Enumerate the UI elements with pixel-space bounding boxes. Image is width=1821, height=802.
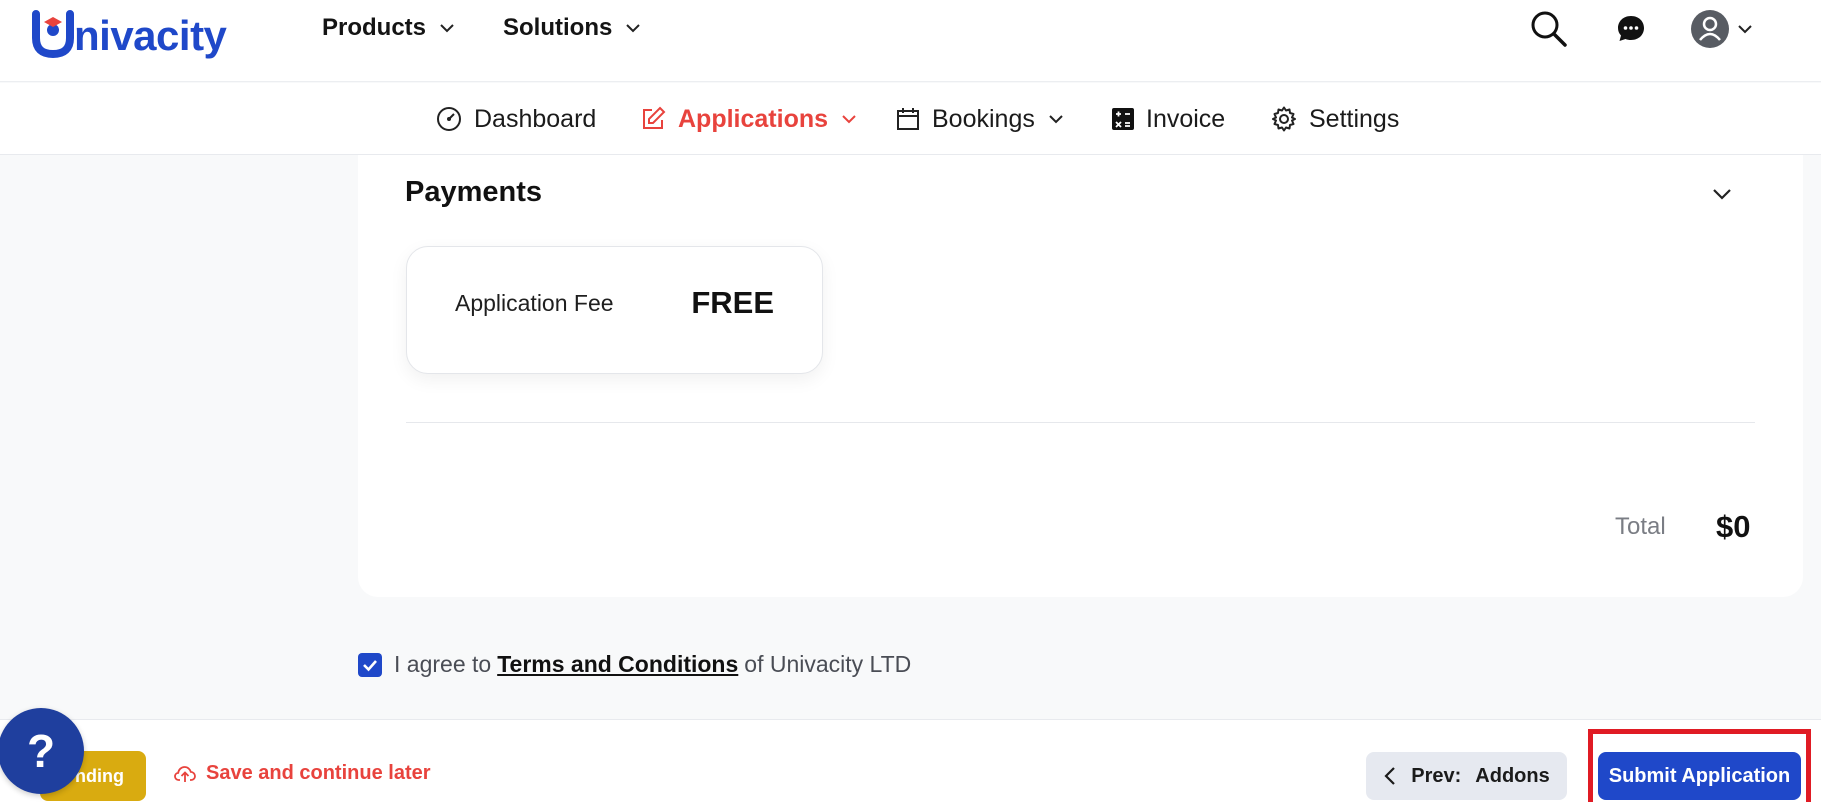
prev-label: Prev: xyxy=(1411,764,1462,787)
application-fee-card: Application Fee FREE xyxy=(406,246,823,374)
top-bar: nivacity Products Solutions xyxy=(0,0,1821,82)
calculator-icon xyxy=(1112,108,1134,130)
tab-applications[interactable]: Applications xyxy=(640,101,858,137)
univacity-logo[interactable]: nivacity xyxy=(32,4,227,60)
nav-products[interactable]: Products xyxy=(322,10,456,46)
total-label: Total xyxy=(1615,513,1666,540)
chevron-left-icon xyxy=(1384,767,1396,785)
gear-icon xyxy=(1272,106,1296,132)
submit-application-button[interactable]: Submit Application xyxy=(1598,752,1801,800)
terms-link[interactable]: Terms and Conditions xyxy=(497,651,738,678)
chat-icon[interactable] xyxy=(1614,12,1648,46)
tab-dashboard-label: Dashboard xyxy=(474,104,597,133)
chevron-down-icon xyxy=(1049,115,1063,124)
save-and-continue-later-button[interactable]: Save and continue later xyxy=(174,762,431,785)
tab-bookings-label: Bookings xyxy=(932,104,1035,133)
total-value: $0 xyxy=(1716,509,1751,544)
payments-collapse-button[interactable] xyxy=(1708,180,1736,208)
tab-settings[interactable]: Settings xyxy=(1271,101,1399,137)
chevron-down-icon xyxy=(440,24,454,33)
application-fee-label: Application Fee xyxy=(455,290,614,316)
payments-card xyxy=(358,155,1803,597)
payments-title: Payments xyxy=(405,176,543,208)
chevron-down-icon xyxy=(626,24,641,33)
prev-target: Addons xyxy=(1475,764,1550,787)
chevron-down-icon xyxy=(1713,189,1731,200)
tab-applications-label: Applications xyxy=(678,104,829,133)
help-button[interactable]: ? xyxy=(0,708,84,794)
chevron-down-icon xyxy=(842,115,856,124)
calendar-icon xyxy=(897,108,919,130)
search-icon[interactable] xyxy=(1528,8,1570,50)
avatar-icon xyxy=(1691,10,1729,48)
tab-bookings[interactable]: Bookings xyxy=(896,101,1065,137)
nav-products-label: Products xyxy=(322,14,427,41)
logo-text: nivacity xyxy=(74,12,227,59)
gauge-icon xyxy=(437,107,461,131)
tab-invoice-label: Invoice xyxy=(1146,104,1226,133)
sub-nav: Dashboard Applications Bookings Invoice … xyxy=(0,83,1821,155)
divider xyxy=(406,422,1755,423)
terms-checkbox[interactable] xyxy=(358,652,382,677)
terms-prefix: I agree to xyxy=(394,651,492,677)
nav-solutions[interactable]: Solutions xyxy=(503,10,642,46)
tab-dashboard[interactable]: Dashboard xyxy=(436,101,596,137)
save-later-label: Save and continue later xyxy=(206,762,431,784)
user-menu[interactable] xyxy=(1690,8,1756,50)
prev-addons-button[interactable]: Prev: Addons xyxy=(1366,752,1567,800)
terms-suffix: of Univacity LTD xyxy=(744,651,912,677)
chevron-down-icon xyxy=(1738,25,1752,34)
tab-invoice[interactable]: Invoice xyxy=(1112,101,1225,137)
edit-icon xyxy=(643,106,666,129)
terms-agreement: I agree to Terms and Conditions of Univa… xyxy=(358,651,911,678)
nav-solutions-label: Solutions xyxy=(503,14,613,41)
tab-settings-label: Settings xyxy=(1309,104,1400,133)
logo-u-mark xyxy=(32,8,74,60)
cloud-upload-icon xyxy=(174,765,196,782)
checkmark-icon xyxy=(363,659,377,671)
application-fee-value: FREE xyxy=(691,285,774,320)
